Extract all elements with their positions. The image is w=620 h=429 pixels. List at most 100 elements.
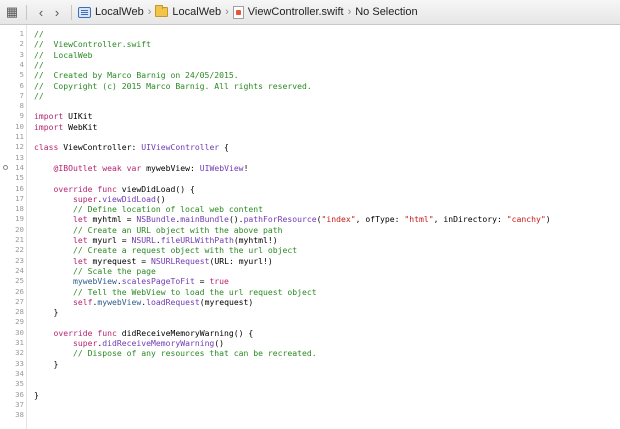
code-line[interactable]: 5 // Created by Marco Barnig on 24/05/201… (20, 70, 620, 80)
line-number: 7 (19, 90, 24, 100)
code-line[interactable]: 11 (15, 132, 620, 142)
line-number: 2 (19, 39, 24, 49)
code-line-text[interactable]: // Created by Marco Barnig on 24/05/2015… (34, 70, 239, 80)
line-number: 12 (15, 142, 24, 152)
code-line-text[interactable]: // Scale the page (34, 266, 156, 276)
line-number: 35 (15, 379, 24, 389)
code-line-text[interactable]: @IBOutlet weak var mywebView: UIWebView! (34, 163, 249, 173)
code-line-text[interactable]: // (34, 29, 44, 39)
code-line[interactable]: 23 let myrequest = NSURLRequest(URL: myu… (15, 256, 620, 266)
code-line[interactable]: 3 // LocalWeb (20, 50, 620, 60)
line-number: 38 (15, 410, 24, 420)
code-line[interactable]: 6 // Copyright (c) 2015 Marco Barnig. All… (20, 81, 620, 91)
line-number: 15 (15, 173, 24, 183)
code-line-text[interactable]: // Define location of local web content (34, 204, 263, 214)
code-line[interactable]: 27 self.mywebView.loadRequest(myrequest) (15, 297, 620, 307)
line-number: 3 (19, 49, 24, 59)
code-line[interactable]: 26 // Tell the WebView to load the url r… (15, 287, 620, 297)
code-line-text[interactable]: let myurl = NSURL.fileURLWithPath(myhtml… (34, 235, 278, 245)
code-line-text[interactable]: self.mywebView.loadRequest(myrequest) (34, 297, 253, 307)
code-line[interactable]: 36} (15, 390, 620, 400)
code-line[interactable]: 30 override func didReceiveMemoryWarning… (15, 328, 620, 338)
code-line-text[interactable]: // Copyright (c) 2015 Marco Barnig. All … (34, 81, 312, 91)
back-chevron-icon[interactable]: ‹ (33, 4, 49, 20)
code-line[interactable]: 34 (15, 369, 620, 379)
code-line[interactable]: 38 (15, 410, 620, 420)
line-number: 4 (19, 59, 24, 69)
code-line-text[interactable]: // Tell the WebView to load the url requ… (34, 287, 317, 297)
line-number: 1 (19, 29, 24, 38)
code-line-text[interactable]: override func didReceiveMemoryWarning() … (34, 328, 254, 338)
line-number: 21 (15, 235, 24, 244)
breadcrumb-group[interactable]: LocalWeb (155, 5, 221, 18)
code-line[interactable]: 16 override func viewDidLoad() { (15, 184, 620, 194)
code-line-text[interactable]: } (34, 390, 39, 400)
line-number: 18 (15, 204, 24, 214)
related-items-grid-icon[interactable]: ▦ (4, 4, 20, 20)
line-number: 27 (15, 296, 24, 306)
line-number: 6 (19, 80, 24, 90)
code-line-text[interactable]: let myhtml = NSBundle.mainBundle().pathF… (34, 214, 551, 224)
line-number: 19 (15, 214, 24, 224)
code-line[interactable]: 10 import WebKit (15, 122, 620, 132)
line-number: 26 (15, 286, 24, 296)
code-line[interactable]: 1 // (20, 29, 620, 39)
code-line[interactable]: 20 // Create an URL object with the abov… (15, 225, 620, 235)
line-number: 22 (15, 245, 24, 255)
code-line[interactable]: 32 // Dispose of any resources that can … (15, 348, 620, 358)
code-line[interactable]: 13 (15, 153, 620, 163)
code-line-text[interactable]: class ViewController: UIViewController { (34, 142, 229, 152)
source-editor[interactable]: 1//2// ViewController.swift 3// LocalWeb 4… (0, 25, 620, 429)
code-line[interactable]: 7 // (20, 91, 620, 101)
project-icon (78, 6, 91, 18)
code-line[interactable]: 14 @IBOutlet weak var mywebView: UIWebVi… (3, 163, 620, 173)
code-line-text[interactable]: override func viewDidLoad() { (34, 184, 195, 194)
code-line-text[interactable]: // ViewController.swift (34, 39, 151, 49)
code-line-text[interactable]: } (34, 307, 58, 317)
code-line[interactable]: 2 // ViewController.swift (20, 39, 620, 49)
breadcrumb-project[interactable]: LocalWeb (78, 6, 144, 18)
code-line[interactable]: 8 (20, 101, 620, 111)
code-line[interactable]: 25 mywebView.scalesPageToFit = true (15, 276, 620, 286)
code-line-text[interactable]: import UIKit (34, 111, 93, 121)
code-line[interactable]: 37 (15, 400, 620, 410)
code-line[interactable]: 9 import UIKit (20, 111, 620, 121)
code-line[interactable]: 17 super.viewDidLoad() (15, 194, 620, 204)
code-line[interactable]: 18 // Define location of local web conte… (15, 204, 620, 214)
code-line-text[interactable]: super.viewDidLoad() (34, 194, 166, 204)
code-line[interactable]: 28 } (15, 307, 620, 317)
code-line[interactable]: 33 } (15, 359, 620, 369)
code-line-text[interactable]: // (34, 60, 44, 70)
code-line-text[interactable]: mywebView.scalesPageToFit = true (34, 276, 229, 286)
code-line[interactable]: 12 class ViewController: UIViewController… (15, 142, 620, 152)
breadcrumb-symbol[interactable]: No Selection (355, 6, 417, 18)
code-line-text[interactable]: super.didReceiveMemoryWarning() (34, 338, 224, 348)
code-line-text[interactable]: // (34, 91, 44, 101)
code-line-text[interactable]: } (34, 359, 58, 369)
line-number: 25 (15, 276, 24, 286)
code-line-text[interactable]: // Create a request object with the url … (34, 245, 297, 255)
jump-bar-divider-2 (71, 4, 72, 20)
folder-icon (155, 5, 169, 17)
line-number: 34 (15, 368, 24, 378)
code-line-text[interactable]: let myrequest = NSURLRequest(URL: myurl!… (34, 256, 273, 266)
code-line[interactable]: 21 let myurl = NSURL.fileURLWithPath(myh… (15, 235, 620, 245)
code-line[interactable]: 4 // (20, 60, 620, 70)
breadcrumb-file[interactable]: ViewController.swift (232, 5, 344, 19)
code-line[interactable]: 19 let myhtml = NSBundle.mainBundle().pa… (15, 214, 620, 224)
code-line[interactable]: 31 super.didReceiveMemoryWarning() (15, 338, 620, 348)
line-number: 5 (19, 70, 24, 80)
code-line[interactable]: 15 (15, 173, 620, 183)
code-line-text[interactable]: // Create an URL object with the above p… (34, 225, 283, 235)
line-number: 17 (15, 193, 24, 203)
code-line[interactable]: 35 (15, 379, 620, 389)
forward-chevron-icon[interactable]: › (49, 4, 65, 20)
code-line[interactable]: 29 (15, 317, 620, 327)
code-line[interactable]: 24 // Scale the page (15, 266, 620, 276)
line-number: 9 (19, 111, 24, 121)
code-line-text[interactable]: // LocalWeb (34, 50, 92, 60)
code-line-text[interactable]: // Dispose of any resources that can be … (34, 348, 317, 358)
code-line[interactable]: 22 // Create a request object with the u… (15, 245, 620, 255)
code-line-text[interactable]: import WebKit (34, 122, 97, 132)
line-number: 30 (15, 327, 24, 337)
